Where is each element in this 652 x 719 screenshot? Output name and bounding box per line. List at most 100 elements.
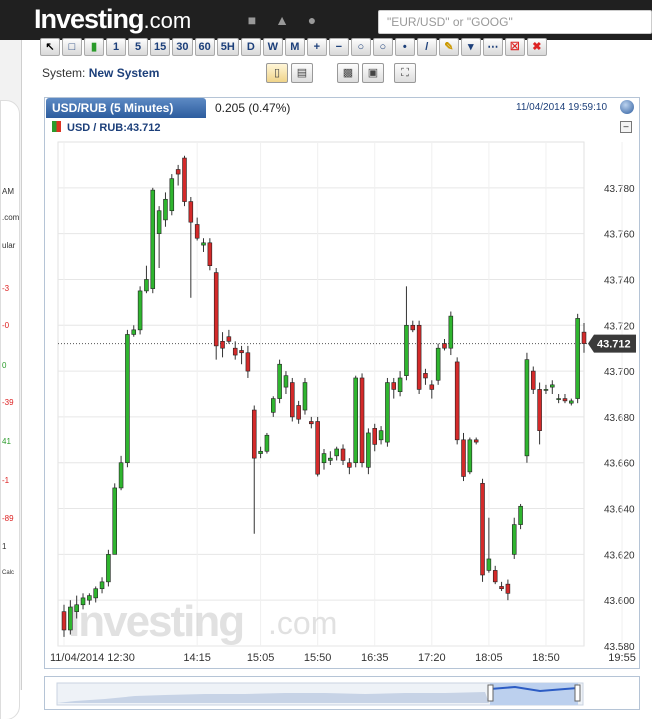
bar-type-icon[interactable]: □: [62, 38, 82, 56]
candle-up: [277, 363, 282, 399]
settings-globe-icon[interactable]: [620, 100, 634, 114]
candle-up: [271, 398, 276, 413]
dropdown-arrow-icon[interactable]: ▾: [460, 38, 481, 56]
bell-icon[interactable]: ▲: [274, 12, 290, 28]
site-logo[interactable]: Investing.com: [34, 4, 191, 35]
interval-15-button[interactable]: 15: [150, 38, 171, 56]
candle-up: [397, 377, 403, 393]
minimize-icon[interactable]: –: [620, 121, 632, 133]
candle-up: [543, 389, 549, 391]
open-system-icon[interactable]: ▯: [266, 63, 288, 83]
zoom-out-icon[interactable]: −: [328, 38, 349, 56]
candle-up: [404, 324, 409, 376]
candle-up: [264, 434, 270, 452]
candle-down: [232, 347, 238, 356]
candle-up: [169, 178, 175, 212]
candle-up: [511, 524, 517, 555]
save-system-icon[interactable]: ▤: [291, 63, 313, 83]
search-input[interactable]: "EUR/USD" or "GOOG": [378, 10, 652, 34]
y-tick-label: 43.600: [604, 596, 635, 607]
y-tick-label: 43.740: [604, 275, 635, 286]
candle-down: [416, 324, 422, 390]
candle-up: [328, 457, 333, 461]
logo-suffix: .com: [143, 8, 192, 33]
candle-down: [207, 242, 213, 267]
candle-down: [347, 462, 352, 468]
side-text: .com: [2, 213, 20, 222]
briefcase-icon[interactable]: ■: [244, 12, 260, 28]
x-tick-label: 11/04/2014 12:30: [50, 652, 135, 664]
candle-up: [201, 242, 206, 246]
line-tool-icon[interactable]: /: [416, 38, 437, 56]
image-export-icon[interactable]: ▣: [362, 63, 384, 83]
delete-drawing-icon[interactable]: ☒: [504, 38, 525, 56]
candle-down: [499, 586, 504, 590]
candle-up: [378, 430, 384, 441]
candle-up: [163, 198, 168, 221]
navigator-chart[interactable]: [45, 677, 639, 709]
interval-d-button[interactable]: D: [240, 38, 261, 56]
candle-down: [454, 361, 460, 441]
candle-up: [518, 505, 523, 525]
chart-title-tab[interactable]: USD/RUB (5 Minutes): [46, 98, 206, 118]
candle-down: [296, 405, 301, 420]
interval-5-button[interactable]: 5: [128, 38, 148, 56]
candle-down: [175, 169, 181, 175]
candle-down: [182, 157, 187, 202]
interval-m-button[interactable]: M: [284, 38, 305, 56]
clear-all-icon[interactable]: ✖: [526, 38, 547, 56]
crosshair-icon[interactable]: ⋯: [482, 38, 503, 56]
watermark-suffix: .com: [268, 605, 337, 641]
navigator-panel[interactable]: [44, 676, 640, 710]
cursor-tool-icon[interactable]: ↖: [40, 38, 60, 56]
pencil-tool-icon[interactable]: ✎: [438, 38, 459, 56]
system-name[interactable]: New System: [89, 66, 160, 80]
side-text: -89: [2, 514, 14, 523]
candle-down: [492, 570, 498, 583]
fullscreen-icon[interactable]: ⛶: [394, 63, 416, 83]
logo-text: Investing: [34, 4, 145, 34]
candle-down: [410, 324, 416, 331]
candle-down: [239, 350, 244, 354]
candle-up: [258, 450, 263, 454]
zoom-area-icon[interactable]: ○: [350, 38, 371, 56]
candle-down: [245, 352, 251, 372]
price-change: 0.205 (0.47%): [215, 101, 291, 115]
candle-type-icon[interactable]: ▮: [84, 38, 104, 56]
candle-up: [569, 400, 574, 404]
candle-down: [429, 384, 435, 390]
interval-60-button[interactable]: 60: [194, 38, 215, 56]
candle-up: [366, 432, 371, 468]
series-legend: USD / RUB:43.712: [52, 121, 161, 134]
interval-1-button[interactable]: 1: [106, 38, 126, 56]
chart-toolbar: ↖ □ ▮ 1 5 15 30 60 5H D W M + − ○ ○ • / …: [40, 37, 640, 57]
interval-5h-button[interactable]: 5H: [216, 38, 239, 56]
navigator-left-handle[interactable]: [487, 684, 494, 702]
candle-down: [290, 382, 295, 418]
candle-up: [144, 279, 149, 292]
plot-area: [57, 141, 585, 647]
candle-down: [309, 421, 314, 425]
zoom-reset-icon[interactable]: ○: [372, 38, 393, 56]
navigator-window[interactable]: [490, 683, 578, 705]
candle-up: [131, 329, 137, 335]
y-tick-label: 43.640: [604, 505, 635, 516]
side-text: -3: [2, 284, 10, 293]
candle-down: [562, 398, 568, 402]
print-icon[interactable]: ▩: [337, 63, 359, 83]
interval-w-button[interactable]: W: [262, 38, 283, 56]
candle-down: [220, 341, 225, 349]
y-tick-label: 43.680: [604, 413, 635, 424]
candle-down: [226, 336, 232, 342]
candle-down: [251, 409, 257, 459]
candle-up: [99, 581, 105, 590]
navigator-right-handle[interactable]: [574, 684, 581, 702]
candlestick-chart[interactable]: 43.780 43.760 43.740 43.720 43.700 43.680 43.6…: [46, 136, 642, 666]
candle-up: [321, 453, 327, 464]
interval-30-button[interactable]: 30: [172, 38, 193, 56]
side-text: 41: [2, 437, 11, 446]
globe-icon[interactable]: ●: [304, 12, 320, 28]
marker-tool-icon[interactable]: •: [394, 38, 415, 56]
side-text: -1: [2, 476, 10, 485]
zoom-in-icon[interactable]: +: [306, 38, 327, 56]
